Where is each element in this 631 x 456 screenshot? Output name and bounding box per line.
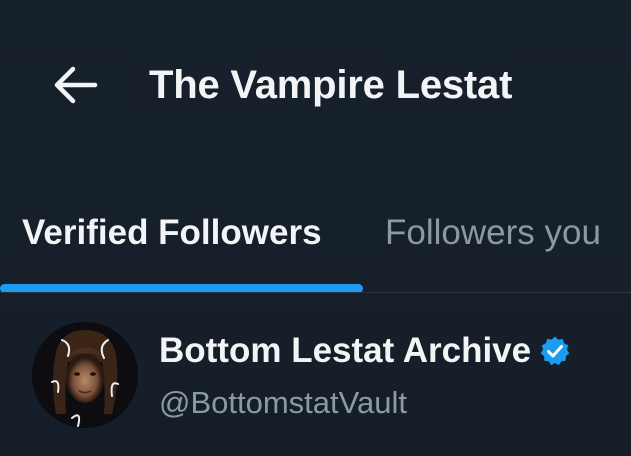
back-button[interactable] <box>46 60 104 110</box>
header: The Vampire Lestat <box>0 0 631 170</box>
user-display-name[interactable]: Bottom Lestat Archive <box>159 328 531 374</box>
arrow-left-icon <box>51 65 99 105</box>
user-handle: @BottomstatVault <box>159 385 407 420</box>
followers-page: The Vampire Lestat Verified Followers Fo… <box>0 0 631 456</box>
page-title: The Vampire Lestat <box>149 63 513 107</box>
avatar[interactable] <box>32 322 138 428</box>
verified-badge-icon <box>539 335 571 367</box>
user-list-item[interactable]: Bottom Lestat Archive @BottomstatVault <box>0 300 631 456</box>
user-name-wrap: Bottom Lestat Archive <box>159 328 571 374</box>
tab-followers-you-know[interactable]: Followers you <box>385 209 601 257</box>
tab-bar: Verified Followers Followers you <box>0 195 631 293</box>
tab-verified-followers[interactable]: Verified Followers <box>22 209 322 257</box>
tabs-divider <box>0 292 631 293</box>
